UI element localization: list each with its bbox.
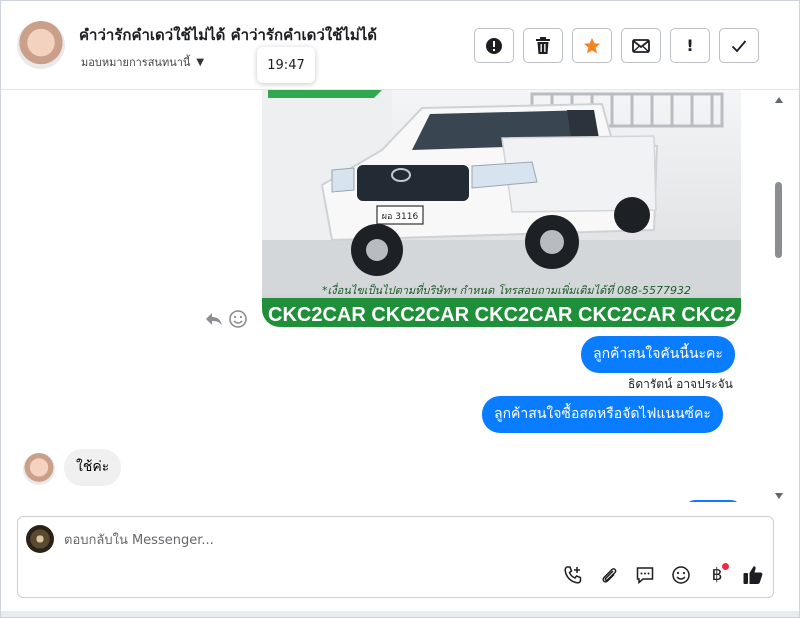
thumbs-up-icon[interactable] (741, 563, 765, 587)
alert-icon (486, 37, 502, 54)
reply-composer: ฿ (17, 516, 774, 598)
baht-icon[interactable]: ฿ (705, 563, 729, 587)
delete-button[interactable] (523, 28, 563, 63)
messenger-conversation-window: คำว่ารักคำเดว่ใช้ไม่ได้ คำว่ารักคำเดว่ใช… (0, 0, 800, 618)
scroll-up-arrow-icon[interactable] (774, 95, 784, 105)
contact-avatar[interactable] (17, 21, 65, 69)
star-button[interactable] (572, 28, 612, 63)
trash-icon (536, 36, 550, 54)
window-bottom-edge (1, 611, 799, 617)
follow-up-button[interactable]: ! (670, 28, 710, 63)
outgoing-message[interactable]: ลูกค้าสนใจซื้อสดหรือจัดไฟแนนซ์คะ (482, 396, 723, 433)
contact-avatar-small[interactable] (23, 453, 55, 485)
reply-icon[interactable] (204, 309, 224, 329)
composer-toolbar: ฿ (561, 563, 765, 587)
assign-conversation-label: มอบหมายการสนทนานี้ (81, 56, 191, 69)
sender-name: ธิดารัตน์ อาจประจัน (628, 377, 733, 391)
emoji-icon[interactable] (669, 563, 693, 587)
follow-up-label: ! (686, 36, 694, 55)
message-thread[interactable]: ผอ 3116 CKC2CAR CKC2CAR CKC2CAR CKC2CAR … (1, 90, 799, 502)
outgoing-message-partial[interactable] (685, 500, 741, 502)
page-avatar (26, 525, 54, 553)
car-photo-attachment[interactable]: ผอ 3116 CKC2CAR CKC2CAR CKC2CAR CKC2CAR … (262, 90, 741, 327)
reply-input[interactable] (64, 529, 744, 551)
conversation-header: คำว่ารักคำเดว่ใช้ไม่ได้ คำว่ารักคำเดว่ใช… (1, 1, 799, 90)
scroll-down-arrow-icon[interactable] (774, 491, 784, 501)
assign-conversation-dropdown[interactable]: มอบหมายการสนทนานี้ ▼ (81, 53, 204, 71)
contact-name[interactable]: คำว่ารักคำเดว่ใช้ไม่ได้ คำว่ารักคำเดว่ใช… (79, 23, 377, 47)
envelope-icon (632, 38, 650, 53)
check-icon (731, 39, 747, 52)
react-emoji-icon[interactable] (228, 309, 248, 329)
time-tooltip: 19:47 (257, 47, 315, 83)
mark-spam-button[interactable] (474, 28, 514, 63)
conversation-toolbar: ! (474, 28, 759, 63)
saved-reply-icon[interactable] (633, 563, 657, 587)
scrollbar-thumb[interactable] (775, 182, 782, 258)
paperclip-icon[interactable] (597, 563, 621, 587)
mark-done-button[interactable] (719, 28, 759, 63)
incoming-message[interactable]: ใช้ค่ะ (64, 449, 122, 486)
mark-unread-button[interactable] (621, 28, 661, 63)
image-caption: *เงื่อนไขเป็นไปตามที่บริษัทฯ กำหนด โทรสอ… (322, 282, 691, 297)
notification-dot (722, 563, 729, 570)
caret-down-icon: ▼ (196, 56, 205, 68)
call-add-icon[interactable] (561, 563, 585, 587)
license-plate: ผอ 3116 (382, 212, 419, 222)
pickup-truck-image: ผอ 3116 CKC2CAR CKC2CAR CKC2CAR CKC2CAR … (262, 90, 741, 327)
brand-banner-text: CKC2CAR CKC2CAR CKC2CAR CKC2CAR CKC2 (268, 304, 736, 326)
star-icon (583, 37, 601, 53)
outgoing-message[interactable]: ลูกค้าสนใจคันนี้นะคะ (581, 336, 735, 373)
